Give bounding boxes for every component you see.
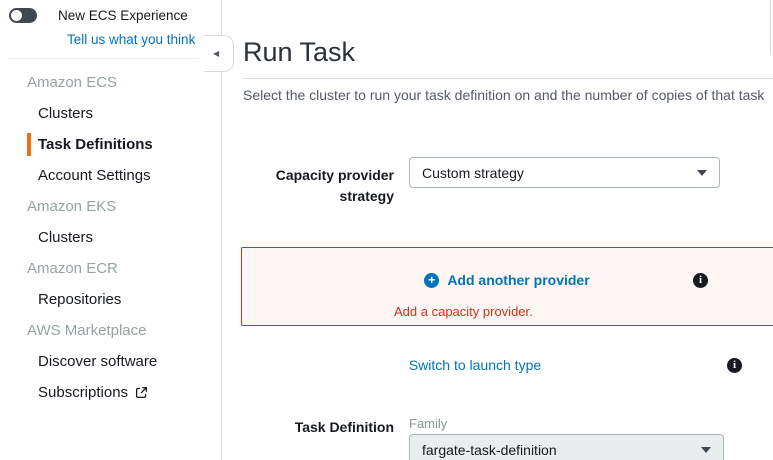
add-another-provider-button[interactable]: + Add another provider bbox=[424, 272, 589, 288]
collapse-arrow-icon: ◀ bbox=[213, 50, 219, 58]
capacity-provider-strategy-select[interactable]: Custom strategy bbox=[409, 157, 720, 188]
new-ecs-experience-row: New ECS Experience bbox=[0, 0, 221, 23]
sidebar-item-subscriptions[interactable]: Subscriptions bbox=[0, 377, 221, 408]
plus-icon: + bbox=[424, 273, 439, 288]
switch-row: Switch to launch type i bbox=[241, 357, 709, 375]
capacity-provider-row: Capacity provider strategy Custom strate… bbox=[243, 157, 773, 207]
new-ecs-experience-toggle[interactable] bbox=[9, 8, 37, 23]
sidebar-item-label: Repositories bbox=[38, 291, 121, 308]
capacity-provider-error-box: + Add another provider i Add a capacity … bbox=[241, 247, 773, 326]
sidebar-item-eks-clusters[interactable]: Clusters bbox=[0, 222, 221, 253]
page-title: Run Task bbox=[243, 36, 773, 69]
sidebar-item-repositories[interactable]: Repositories bbox=[0, 284, 221, 315]
task-definition-label: Task Definition bbox=[243, 416, 394, 460]
panel-edge-line bbox=[770, 0, 771, 54]
page-description: Select the cluster to run your task defi… bbox=[243, 87, 773, 103]
switch-to-launch-type-link[interactable]: Switch to launch type bbox=[409, 357, 541, 373]
info-icon[interactable]: i bbox=[727, 358, 742, 373]
external-link-icon bbox=[135, 386, 148, 399]
sidebar-item-label: Account Settings bbox=[38, 167, 151, 184]
section-header-amazon-ecr: Amazon ECR bbox=[0, 253, 221, 284]
sidebar-item-label: Subscriptions bbox=[38, 384, 128, 401]
new-ecs-experience-label: New ECS Experience bbox=[58, 8, 188, 23]
toggle-knob-icon bbox=[11, 10, 22, 21]
sidebar: New ECS Experience Tell us what you thin… bbox=[0, 0, 222, 460]
sidebar-collapse-button[interactable]: ◀ bbox=[204, 35, 234, 72]
active-indicator bbox=[27, 133, 31, 156]
capacity-provider-strategy-label: Capacity provider strategy bbox=[243, 157, 394, 207]
select-value: fargate-task-definition bbox=[422, 442, 557, 458]
main-content: Run Task Select the cluster to run your … bbox=[222, 0, 773, 460]
select-value: Custom strategy bbox=[422, 165, 524, 181]
chevron-down-icon bbox=[701, 447, 711, 453]
title-divider bbox=[243, 78, 773, 79]
sidebar-item-label: Clusters bbox=[38, 229, 93, 246]
ecs-console: New ECS Experience Tell us what you thin… bbox=[0, 0, 773, 460]
sidebar-divider bbox=[8, 58, 199, 59]
section-header-aws-marketplace: AWS Marketplace bbox=[0, 315, 221, 346]
sidebar-item-ecs-clusters[interactable]: Clusters bbox=[0, 98, 221, 129]
family-select[interactable]: fargate-task-definition bbox=[409, 434, 724, 460]
sidebar-item-account-settings[interactable]: Account Settings bbox=[0, 160, 221, 191]
task-definition-row: Task Definition Family fargate-task-defi… bbox=[243, 416, 773, 460]
sidebar-nav: Amazon ECS Clusters Task Definitions Acc… bbox=[0, 67, 221, 408]
chevron-down-icon bbox=[697, 170, 707, 176]
sidebar-item-discover-software[interactable]: Discover software bbox=[0, 346, 221, 377]
section-header-amazon-eks: Amazon EKS bbox=[0, 191, 221, 222]
section-header-amazon-ecs: Amazon ECS bbox=[0, 67, 221, 98]
sidebar-item-label: Discover software bbox=[38, 353, 157, 370]
info-icon[interactable]: i bbox=[693, 273, 708, 288]
add-another-provider-label: Add another provider bbox=[447, 272, 589, 288]
sidebar-item-label: Task Definitions bbox=[38, 136, 153, 153]
family-label: Family bbox=[409, 416, 724, 431]
sidebar-item-task-definitions[interactable]: Task Definitions bbox=[0, 129, 221, 160]
feedback-link[interactable]: Tell us what you think bbox=[67, 32, 221, 47]
sidebar-item-label: Clusters bbox=[38, 105, 93, 122]
error-message: Add a capacity provider. bbox=[242, 304, 773, 319]
